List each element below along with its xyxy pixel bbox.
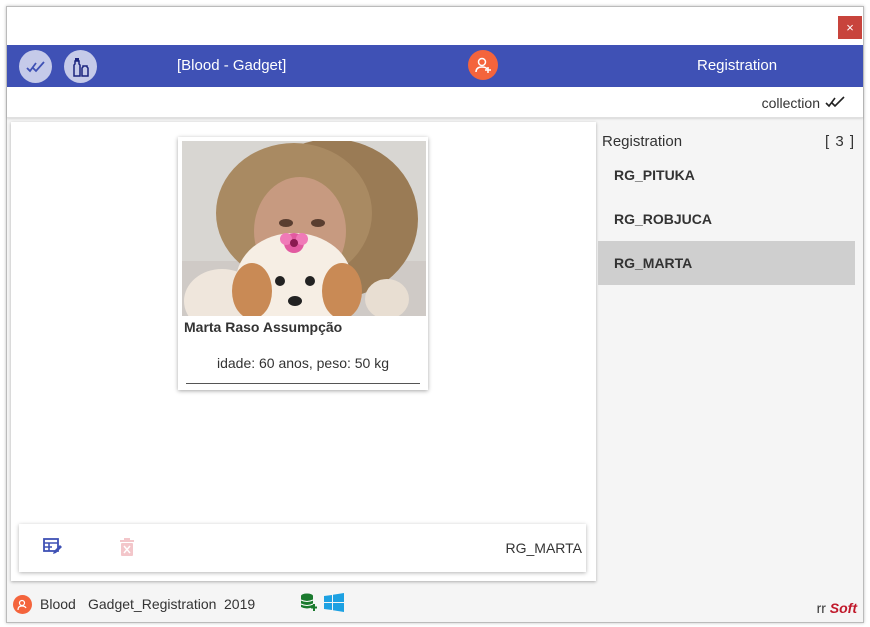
registration-title: Registration [697, 57, 778, 74]
registration-list: RG_PITUKA RG_ROBJUCA RG_MARTA [598, 153, 855, 285]
profile-card[interactable]: Marta Raso Assumpção idade: 60 anos, pes… [178, 137, 428, 390]
footer-gadget: Gadget_Registration [88, 596, 217, 612]
person-info: idade: 60 anos, peso: 50 kg [216, 355, 390, 371]
brand-logo: rr Soft [817, 600, 857, 616]
app-window: × [Blood - Gadget] Registration collecti… [6, 6, 864, 623]
registration-list-panel: Registration [ 3 ] RG_PITUKA RG_ROBJUCA … [598, 125, 855, 575]
footer-blood: Blood [40, 596, 76, 612]
database-add-icon[interactable] [300, 593, 318, 617]
add-user-icon [475, 57, 491, 73]
collection-label: collection [761, 95, 820, 111]
bottles-icon [72, 57, 89, 77]
close-button[interactable]: × [838, 16, 862, 39]
list-item[interactable]: RG_ROBJUCA [598, 197, 855, 241]
card-divider [186, 383, 420, 384]
user-icon [13, 595, 32, 614]
sub-toolbar: collection [7, 87, 863, 118]
edit-button[interactable] [43, 538, 63, 561]
windows-icon[interactable] [324, 593, 344, 617]
app-title: [Blood - Gadget] [177, 57, 287, 74]
add-user-button[interactable] [468, 50, 498, 80]
list-count: [ 3 ] [824, 133, 855, 150]
list-item-selected[interactable]: RG_MARTA [598, 241, 855, 285]
footer-year: 2019 [224, 596, 256, 612]
brand-prefix: rr [816, 600, 826, 616]
status-bar: Blood Gadget_Registration 2019 rr Soft [7, 591, 863, 621]
collection-button[interactable] [825, 96, 847, 114]
action-bar: RG_MARTA [19, 524, 586, 572]
delete-button[interactable] [119, 538, 135, 562]
title-bar: × [7, 7, 863, 45]
main-panel: Marta Raso Assumpção idade: 60 anos, pes… [11, 122, 596, 581]
double-check-button[interactable] [19, 50, 52, 83]
double-check-icon [25, 60, 45, 72]
brand-name: Soft [829, 600, 857, 616]
table-edit-icon [43, 538, 62, 554]
delete-icon [120, 538, 134, 556]
app-bar: [Blood - Gadget] Registration [7, 45, 863, 87]
bottles-button[interactable] [64, 50, 97, 83]
double-check-icon [825, 96, 845, 108]
profile-photo [182, 141, 426, 316]
selected-record-label: RG_MARTA [505, 540, 583, 556]
list-item[interactable]: RG_PITUKA [598, 153, 855, 197]
person-name: Marta Raso Assumpção [184, 319, 343, 335]
list-header: Registration [602, 133, 683, 150]
